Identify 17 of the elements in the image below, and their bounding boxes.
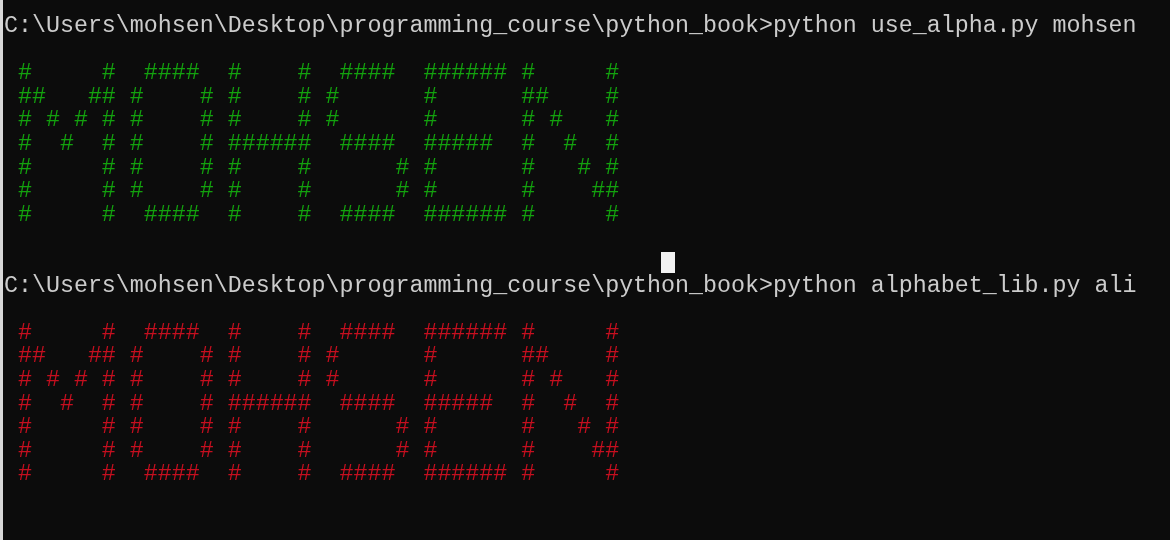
command-prompt: C:\Users\mohsen\Desktop\programming_course\python_book>python alphabet_lib.py ali xyxy=(4,274,1137,299)
command-prompt: C:\Users\mohsen\Desktop\programming_course\python_book>python use_alpha.py mohsen xyxy=(4,15,1137,39)
ascii-art-line: # # #### # # #### ###### # # xyxy=(16,203,620,228)
ascii-art-line: # # # # # ###### #### ##### # # # xyxy=(16,392,620,417)
ascii-art-line: # # # # # ###### #### ##### # # # xyxy=(16,132,620,157)
ascii-art-line: # # # # # # # # # # # xyxy=(16,156,620,181)
ascii-art-line: # # #### # # #### ###### # # xyxy=(16,321,620,346)
ascii-art-line: # # # # # # # # # # # # # xyxy=(16,109,620,133)
ascii-art-line: # # #### # # #### ###### # # xyxy=(16,62,620,86)
ascii-art-line: # # # # # # # # # # # xyxy=(16,416,620,440)
ascii-art-line: ## ## # # # # # # ## # xyxy=(16,345,620,369)
text-cursor xyxy=(661,252,676,274)
ascii-art-line: # # # # # # # # # ## xyxy=(16,439,620,464)
ascii-art-line: # # #### # # #### ###### # # xyxy=(16,463,620,487)
ascii-art-line: # # # # # # # # # ## xyxy=(16,180,620,204)
ascii-art-line: # # # # # # # # # # # # # xyxy=(16,368,620,393)
ascii-art-line: ## ## # # # # # # ## # xyxy=(16,85,620,110)
